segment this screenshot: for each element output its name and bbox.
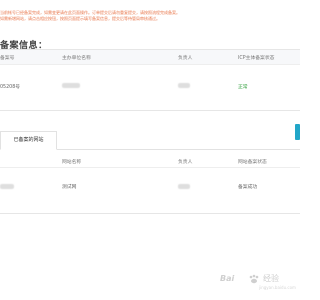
- sponsor-name-cell: [62, 83, 80, 90]
- subject-info-table: 备案号 主办单位名称 负责人 ICP主体备案状态 05208号 正常: [0, 49, 300, 111]
- icp-status-badge: 正常: [238, 85, 248, 90]
- record-number-cell: 05208号: [0, 83, 20, 90]
- warning-notice-line-2: 如需新增网站，请点击相应按钮，按照页面提示填写备案信息，提交后等待管局审核通过。: [0, 16, 160, 21]
- header-site-status: 网站备案状态: [238, 160, 267, 165]
- header-icp-status: ICP主体备案状态: [238, 56, 275, 61]
- header-site-principal: 负责人: [178, 160, 193, 165]
- site-record-cell: [0, 184, 14, 191]
- tab-bar: 已备案的网站: [0, 125, 300, 150]
- action-button[interactable]: [295, 124, 300, 140]
- site-name-value: 测试网: [62, 185, 77, 190]
- record-number-value: 05208号: [0, 85, 21, 90]
- paw-icon: [249, 274, 259, 284]
- site-principal-cell: [178, 184, 190, 191]
- redacted-site-record: [0, 184, 14, 189]
- header-record-number: 备案号: [0, 56, 15, 61]
- redacted-site-principal: [178, 184, 190, 189]
- header-divider: [0, 167, 300, 168]
- header-sponsor-name: 主办单位名称: [62, 56, 91, 61]
- header-site-name: 网站名称: [62, 160, 82, 165]
- websites-table: 网站名称 负责人 网站备案状态 测试网 备案成功: [0, 153, 300, 214]
- watermark-brand-b: 经验: [263, 274, 279, 283]
- baidu-jingyan-watermark: Bai 经验 jingyan.baidu.com: [220, 274, 296, 292]
- site-status-value: 备案成功: [238, 185, 258, 190]
- watermark-brand-a: Bai: [220, 274, 235, 283]
- watermark-url: jingyan.baidu.com: [259, 285, 296, 290]
- warning-notice: 当前帐号已经备案完成，如需变更请在此页面操作。订单提交后请勿重复提交，请按照流程…: [0, 10, 300, 28]
- redacted-principal: [178, 83, 190, 88]
- table-header: 备案号 主办单位名称 负责人 ICP主体备案状态: [0, 50, 300, 65]
- tab-filed-websites[interactable]: 已备案的网站: [0, 131, 57, 150]
- header-principal: 负责人: [178, 56, 193, 61]
- icp-filing-page: 当前帐号已经备案完成，如需变更请在此页面操作。订单提交后请勿重复提交，请按照流程…: [0, 0, 300, 300]
- redacted-sponsor-name: [62, 83, 80, 88]
- principal-cell: [178, 83, 190, 90]
